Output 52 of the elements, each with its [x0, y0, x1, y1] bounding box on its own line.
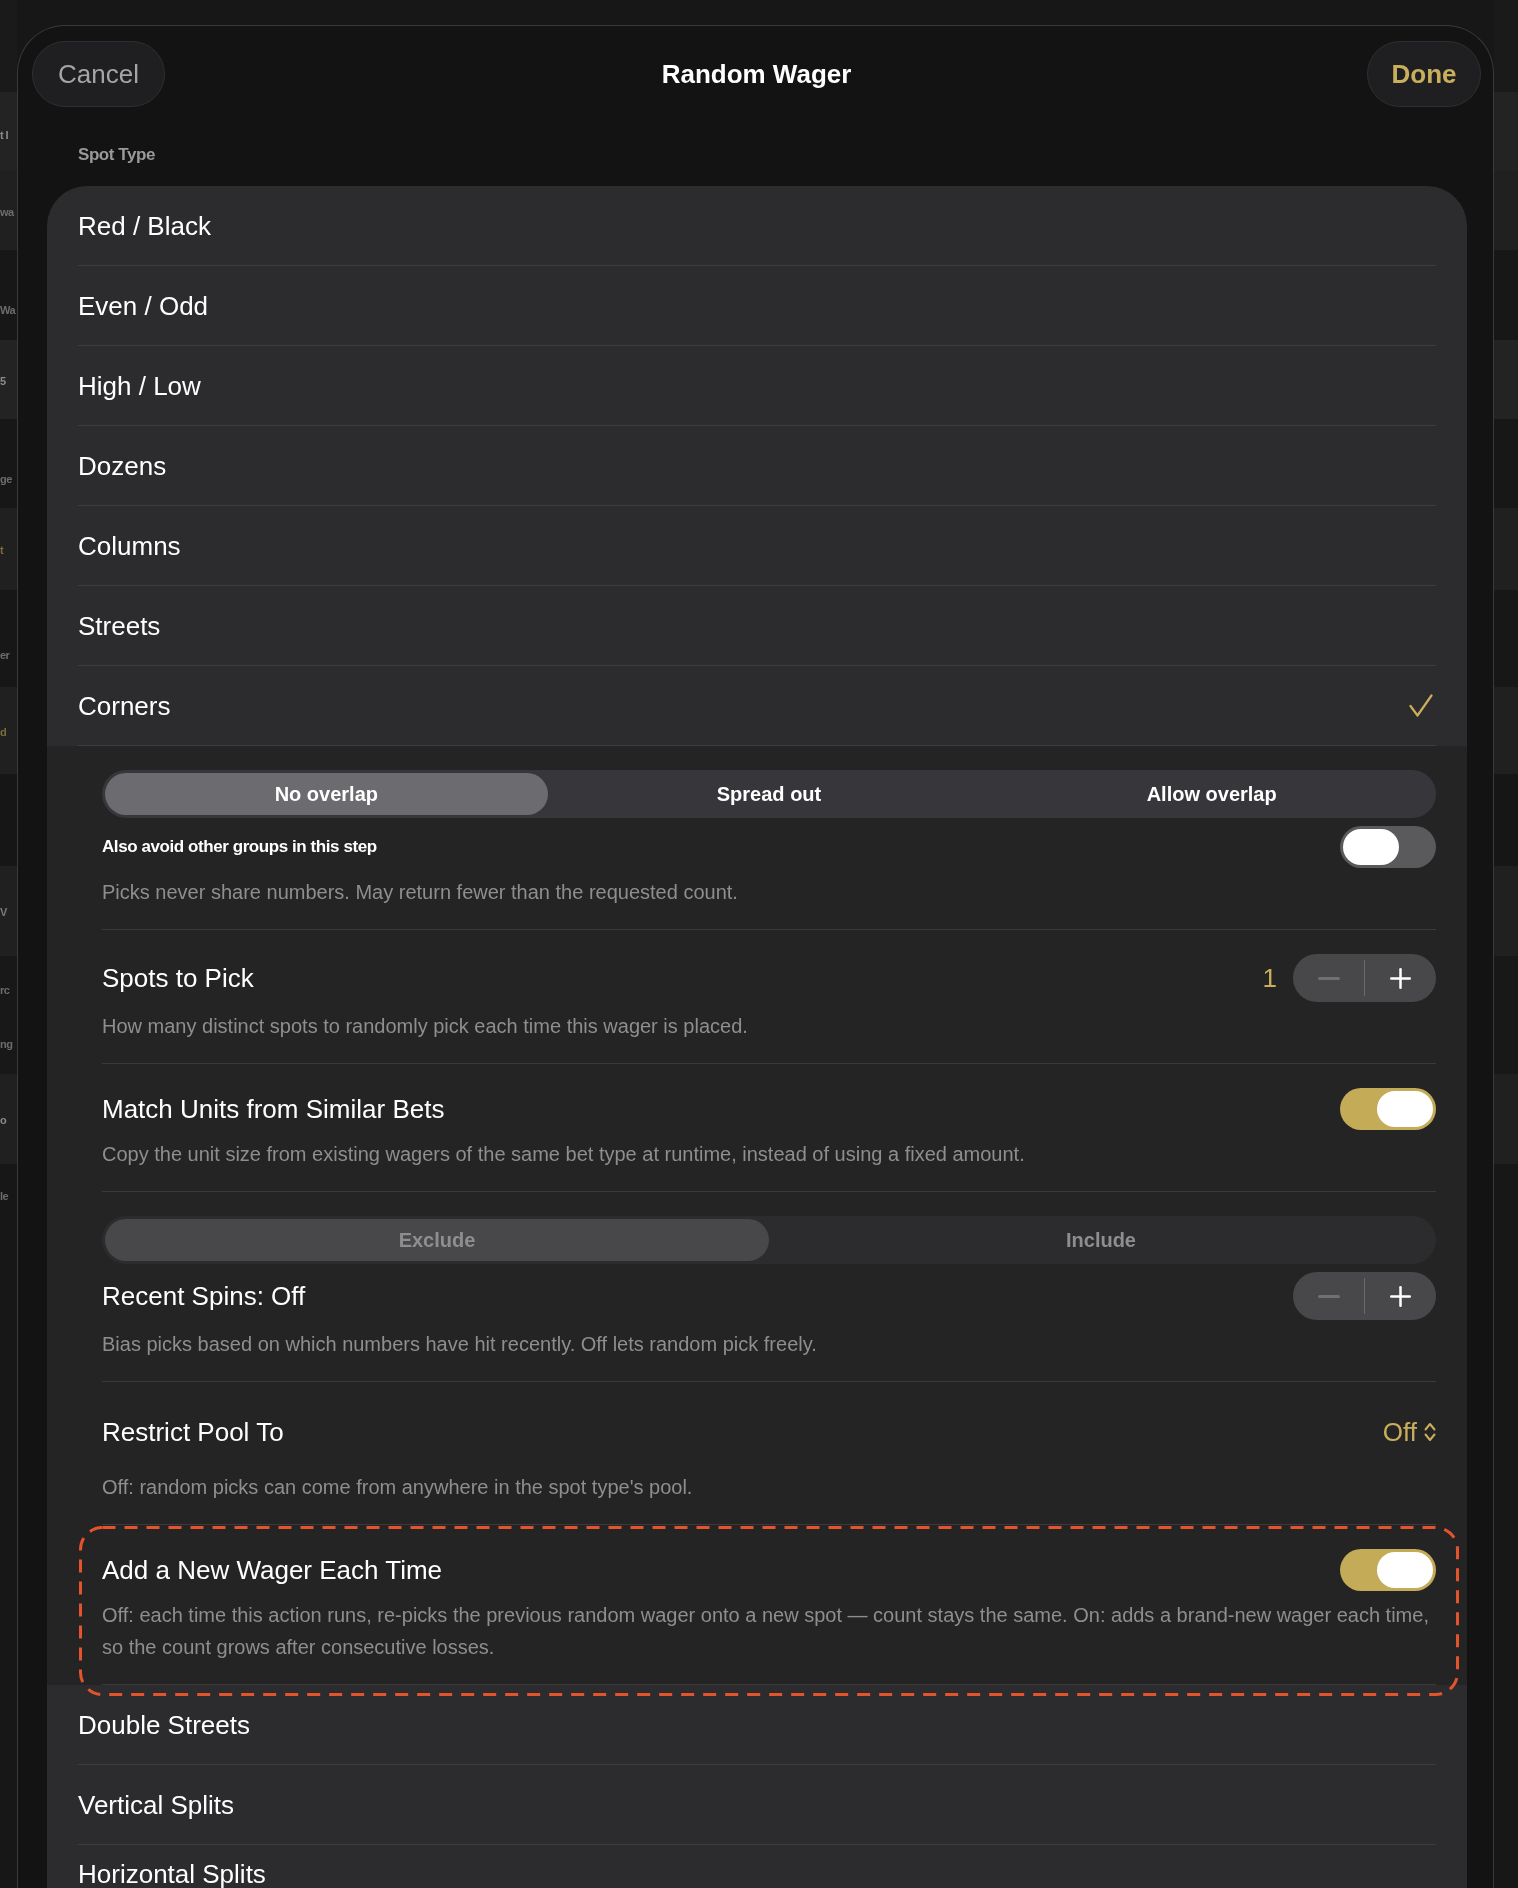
option-description: Bias picks based on which numbers have hit recently. Off lets random pick freely.: [102, 1332, 818, 1357]
done-button[interactable]: Done: [1367, 41, 1481, 107]
chevron-up-down-icon: [1424, 1422, 1436, 1442]
segment-option[interactable]: Spread out: [547, 773, 991, 815]
toggle-switch[interactable]: [1340, 826, 1436, 868]
row-label-fragment: ge: [0, 472, 12, 487]
row-label-fragment: 5: [0, 374, 6, 389]
row-label-fragment: t I: [0, 128, 9, 143]
option-title: Recent Spins: Off: [102, 1280, 306, 1312]
spot-type-option[interactable]: Red / Black: [78, 186, 1436, 266]
row-label-fragment: wa: [0, 205, 14, 220]
row-label-fragment: ng: [0, 1037, 13, 1052]
segment-option[interactable]: No overlap: [105, 773, 548, 815]
minus-icon: [1317, 976, 1340, 980]
option-description: How many distinct spots to randomly pick each time this wager is placed.: [102, 1014, 749, 1039]
segment-option[interactable]: Allow overlap: [990, 773, 1433, 815]
toggle-switch[interactable]: [1340, 1549, 1436, 1591]
option-description: Off: random picks can come from anywhere in the spot type's pool.: [102, 1475, 694, 1500]
toggle-switch[interactable]: [1340, 1088, 1436, 1130]
option-description: Copy the unit size from existing wagers of the same bet type at runtime, instead of using a fixed amount.: [102, 1142, 1026, 1167]
spot-type-option[interactable]: Even / Odd: [78, 266, 1436, 346]
segmented-control[interactable]: No overlap Spread out Allow overlap: [102, 770, 1436, 818]
stepper-value: 1: [1262, 962, 1277, 994]
option-title: Also avoid other groups in this step: [102, 836, 377, 858]
option-title: Spots to Pick: [102, 962, 254, 994]
option-description: Picks never share numbers. May return fewer than the requested count.: [102, 880, 739, 905]
row-label-fragment: Wa: [0, 303, 15, 318]
row-label-fragment: d: [0, 725, 7, 740]
row-label-fragment: er: [0, 648, 10, 663]
spot-type-option[interactable]: Streets: [78, 586, 1436, 666]
plus-icon: [1390, 1285, 1411, 1307]
option-title: Add a New Wager Each Time: [102, 1554, 443, 1586]
spot-type-option[interactable]: Columns: [78, 506, 1436, 586]
section-header: Spot Type: [78, 144, 156, 166]
option-title: Match Units from Similar Bets: [102, 1093, 445, 1125]
row-label-fragment: o: [0, 1113, 7, 1128]
row-label-fragment: rc: [0, 983, 10, 998]
cancel-button[interactable]: Cancel: [32, 41, 165, 107]
row-label-fragment: V: [0, 905, 7, 920]
spot-type-option[interactable]: Horizontal Splits: [78, 1845, 1436, 1888]
row-label-fragment: t: [0, 543, 4, 558]
option-title: Restrict Pool To: [102, 1416, 284, 1448]
spot-type-option[interactable]: Vertical Splits: [78, 1765, 1436, 1845]
option-description: Off: each time this action runs, re-picks the previous random wager onto a new spot — count stays the same. On: adds a brand-new wager each time, so the count grows after consecutive losses.: [102, 1603, 1430, 1660]
row-label-fragment: le: [0, 1189, 9, 1204]
spot-type-option[interactable]: High / Low: [78, 346, 1436, 426]
minus-icon: [1317, 1294, 1340, 1298]
plus-icon: [1390, 967, 1411, 989]
picker-button[interactable]: Off: [1382, 1406, 1436, 1458]
spot-type-option[interactable]: Dozens: [78, 426, 1436, 506]
spot-type-option[interactable]: Double Streets: [78, 1685, 1436, 1765]
sheet-title: Random Wager: [661, 58, 852, 90]
